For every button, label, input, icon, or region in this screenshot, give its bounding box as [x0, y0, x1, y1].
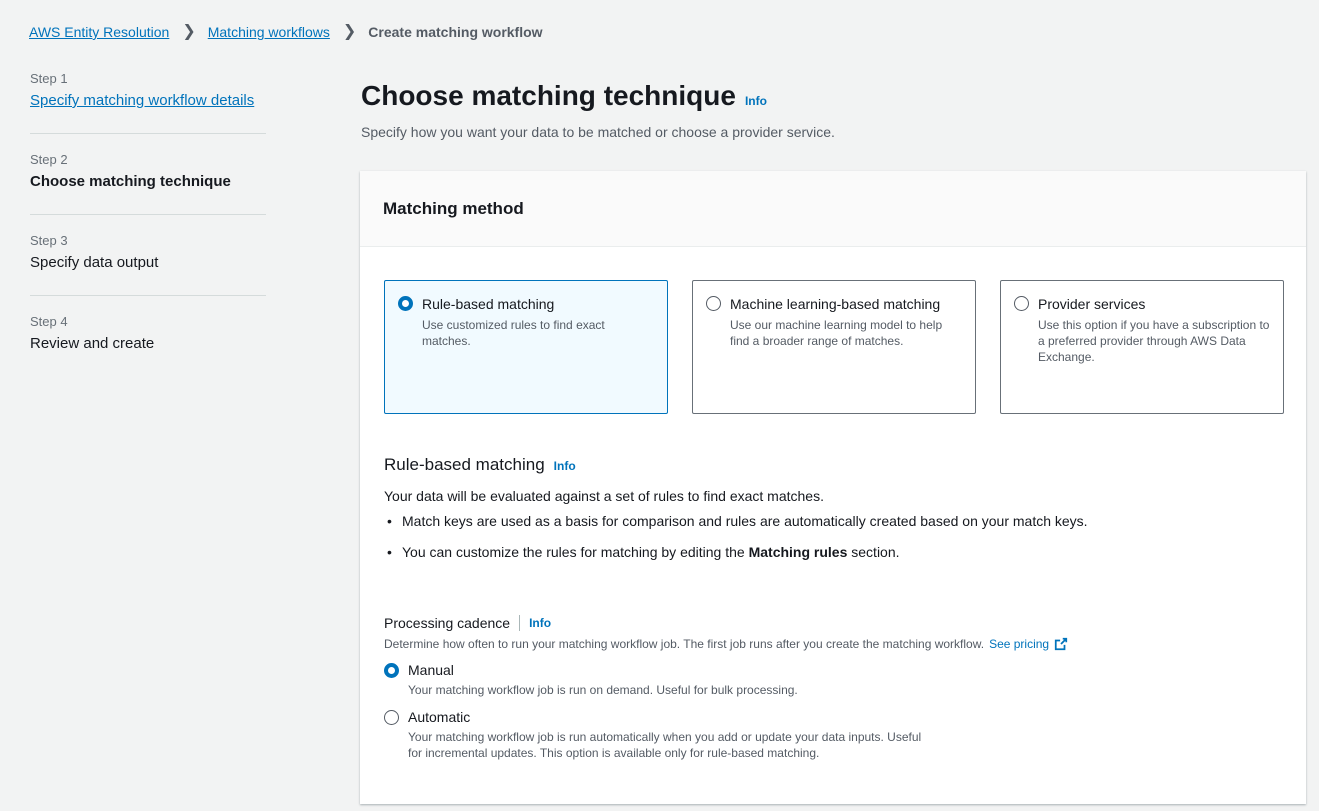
- option-description-line: for incremental updates. This option is …: [408, 746, 820, 760]
- cadence-info-link[interactable]: Info: [529, 616, 551, 630]
- breadcrumb-current: Create matching workflow: [368, 24, 543, 40]
- option-manual[interactable]: Manual Your matching workflow job is run…: [384, 661, 1284, 698]
- step-2-title: Choose matching technique: [30, 173, 231, 190]
- radio-unselected-icon[interactable]: [706, 296, 721, 311]
- step-number: Step 3: [30, 233, 68, 248]
- tile-rule-based[interactable]: Rule-based matching Use customized rules…: [384, 280, 668, 414]
- page-title: Choose matching technique Info: [361, 80, 767, 112]
- section-title-text: Rule-based matching: [384, 455, 545, 474]
- bullet-text: You can customize the rules for matching…: [402, 544, 749, 560]
- page-title-text: Choose matching technique: [361, 80, 736, 111]
- tile-description: Use customized rules to find exact match…: [422, 318, 605, 348]
- matching-method-panel: Matching method Rule-based matching Use …: [360, 171, 1306, 804]
- cadence-description: Determine how often to run your matching…: [384, 637, 1284, 651]
- step-3-title: Specify data output: [30, 254, 159, 271]
- section-info-link[interactable]: Info: [554, 459, 576, 473]
- tile-label: Provider services: [1038, 296, 1146, 312]
- see-pricing-link[interactable]: See pricing: [989, 637, 1049, 651]
- breadcrumb: AWS Entity Resolution ❯ Matching workflo…: [29, 23, 543, 41]
- tile-label: Rule-based matching: [422, 296, 555, 312]
- option-label: Automatic: [408, 709, 471, 725]
- rule-based-section: Rule-based matching Info Your data will …: [384, 455, 1284, 574]
- section-title: Rule-based matching Info: [384, 455, 1284, 475]
- section-bullets: Match keys are used as a basis for compa…: [384, 512, 1284, 562]
- bullet-item: Match keys are used as a basis for compa…: [384, 512, 1284, 531]
- tile-description: Use our machine learning model to help f…: [730, 318, 943, 348]
- cadence-label-text: Processing cadence: [384, 615, 511, 631]
- page-description: Specify how you want your data to be mat…: [361, 124, 835, 140]
- tile-label: Machine learning-based matching: [730, 296, 941, 312]
- bullet-bold-text: Matching rules: [748, 544, 848, 560]
- tile-description: Use this option if you have a subscripti…: [1038, 318, 1270, 364]
- bullet-text: section.: [847, 544, 900, 560]
- step-1: Step 1 Specify matching workflow details: [30, 71, 266, 134]
- panel-header: Matching method: [360, 171, 1306, 247]
- tile-machine-learning[interactable]: Machine learning-based matching Use our …: [692, 280, 976, 414]
- processing-cadence: Processing cadence Info Determine how of…: [384, 615, 1284, 761]
- divider: [519, 615, 521, 631]
- breadcrumb-entity-resolution[interactable]: AWS Entity Resolution: [29, 24, 169, 40]
- option-description-line: Your matching workflow job is run automa…: [408, 730, 922, 744]
- step-3: Step 3 Specify data output: [30, 233, 266, 296]
- option-label: Manual: [408, 662, 454, 678]
- chevron-right-icon: ❯: [182, 23, 196, 40]
- radio-unselected-icon[interactable]: [1014, 296, 1029, 311]
- external-link-icon[interactable]: [1054, 637, 1068, 651]
- option-automatic[interactable]: Automatic Your matching workflow job is …: [384, 708, 1284, 761]
- option-description: Your matching workflow job is run automa…: [408, 729, 921, 761]
- cadence-label: Processing cadence Info: [384, 615, 1284, 631]
- step-4-title: Review and create: [30, 335, 155, 352]
- step-number: Step 4: [30, 314, 68, 329]
- step-2: Step 2 Choose matching technique: [30, 152, 266, 215]
- radio-selected-icon[interactable]: [384, 663, 399, 678]
- step-4: Step 4 Review and create: [30, 314, 266, 376]
- breadcrumb-matching-workflows[interactable]: Matching workflows: [208, 24, 330, 40]
- step-1-link[interactable]: Specify matching workflow details: [30, 92, 254, 109]
- radio-selected-icon[interactable]: [398, 296, 413, 311]
- option-description: Your matching workflow job is run on dem…: [408, 683, 798, 697]
- bullet-item: You can customize the rules for matching…: [384, 543, 1284, 562]
- tile-provider-services[interactable]: Provider services Use this option if you…: [1000, 280, 1284, 414]
- matching-method-tiles: Rule-based matching Use customized rules…: [384, 280, 1284, 414]
- page-info-link[interactable]: Info: [745, 94, 767, 108]
- chevron-right-icon: ❯: [342, 23, 357, 40]
- radio-unselected-icon[interactable]: [384, 710, 399, 725]
- cadence-description-text: Determine how often to run your matching…: [384, 637, 985, 651]
- wizard-steps: Step 1 Specify matching workflow details…: [30, 71, 266, 394]
- step-number: Step 2: [30, 152, 68, 167]
- step-number: Step 1: [30, 71, 68, 86]
- section-intro: Your data will be evaluated against a se…: [384, 488, 824, 504]
